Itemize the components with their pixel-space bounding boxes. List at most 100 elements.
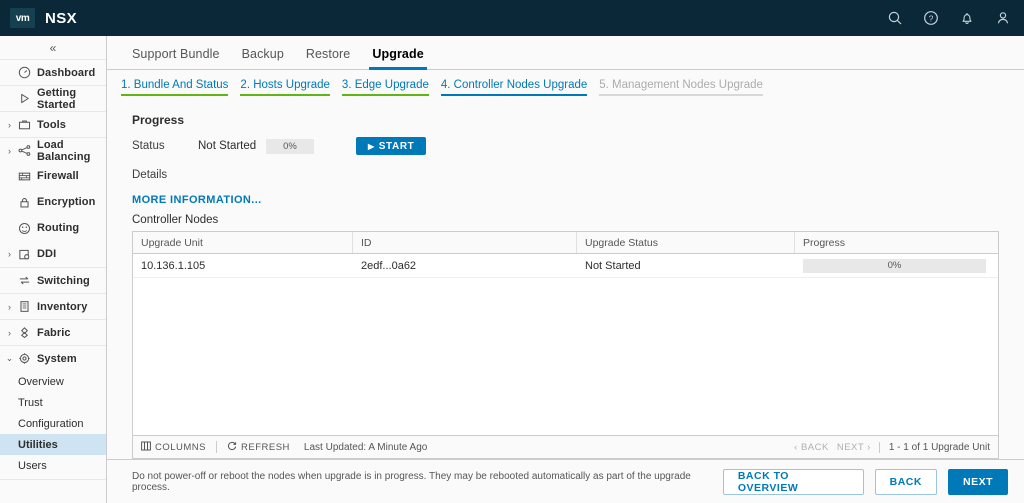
chevron-right-icon: ›	[8, 249, 11, 259]
more-information-link[interactable]: MORE INFORMATION...	[132, 194, 1008, 206]
refresh-button[interactable]: REFRESH	[227, 441, 290, 454]
sidebar-item-ddi[interactable]: › DDI	[0, 241, 106, 267]
footer-buttons: BACK TO OVERVIEW BACK NEXT	[722, 468, 1008, 495]
tab-restore[interactable]: Restore	[295, 47, 361, 69]
left-navigation-sidebar: « › Dashboard › Getting Started ›	[0, 36, 107, 503]
play-outline-icon	[15, 92, 33, 105]
details-row: Details	[132, 165, 1008, 183]
dashboard-icon	[15, 66, 33, 79]
sidebar-item-overview[interactable]: Overview	[0, 371, 106, 392]
row-progress-percent: 0%	[887, 260, 902, 271]
table-body: 10.136.1.105 2edf...0a62 Not Started 0%	[133, 254, 998, 435]
table-footer-toolbar: COLUMNS REFRESH Last Updated: A Minute A…	[133, 435, 998, 458]
chevron-right-icon: ›	[8, 145, 11, 156]
user-account-icon[interactable]	[994, 9, 1012, 27]
progress-status-row: Status Not Started 0% ▶ START	[132, 136, 1008, 156]
sidebar-item-label: Routing	[37, 222, 80, 234]
pagination-count: 1 - 1 of 1 Upgrade Unit	[878, 441, 990, 453]
last-updated-text: Last Updated: A Minute Ago	[303, 441, 428, 453]
controller-nodes-title: Controller Nodes	[132, 214, 219, 226]
sidebar-item-label: Firewall	[37, 170, 79, 182]
sidebar-item-label: Tools	[37, 118, 67, 131]
table-row[interactable]: 10.136.1.105 2edf...0a62 Not Started 0%	[133, 254, 998, 278]
sidebar-item-encryption[interactable]: › Encryption	[0, 189, 106, 215]
sidebar-item-configuration[interactable]: Configuration	[0, 413, 106, 434]
overall-progress-bar: 0%	[266, 138, 314, 154]
toolbar-divider	[216, 441, 218, 453]
sidebar-item-routing[interactable]: › Routing	[0, 215, 106, 241]
sidebar-item-users[interactable]: Users	[0, 455, 106, 476]
back-to-overview-button[interactable]: BACK TO OVERVIEW	[722, 468, 864, 495]
sidebar-item-label: Fabric	[37, 326, 71, 339]
lock-icon	[15, 196, 33, 209]
start-button[interactable]: ▶ START	[356, 137, 427, 155]
vmware-logo-icon: vm	[10, 8, 35, 28]
notification-bell-icon[interactable]	[958, 9, 976, 27]
ddi-icon	[15, 248, 33, 261]
sidebar-item-label: Switching	[37, 274, 90, 287]
sidebar-collapse-button[interactable]: «	[0, 36, 106, 59]
system-submenu: Overview Trust Configuration Utilities U…	[0, 371, 106, 480]
pagination-back-button: ‹ BACK	[794, 441, 829, 453]
sidebar-item-tools[interactable]: › Tools	[0, 111, 106, 137]
step-edge-upgrade[interactable]: 3. Edge Upgrade	[341, 79, 429, 96]
column-header-id[interactable]: ID	[353, 232, 577, 253]
chevron-right-icon: ›	[8, 327, 11, 338]
sidebar-item-utilities[interactable]: Utilities	[0, 434, 106, 455]
column-header-progress[interactable]: Progress	[795, 232, 998, 253]
product-title: NSX	[45, 9, 78, 27]
status-label: Status	[132, 140, 165, 152]
sidebar-item-fabric[interactable]: › Fabric	[0, 319, 106, 345]
sidebar-item-label: Encryption	[37, 196, 96, 208]
start-button-label: START	[378, 140, 415, 152]
status-value: Not Started	[198, 140, 257, 152]
step-bundle-and-status[interactable]: 1. Bundle And Status	[121, 79, 229, 96]
sidebar-item-trust[interactable]: Trust	[0, 392, 106, 413]
table-pagination: ‹ BACK NEXT › 1 - 1 of 1 Upgrade Unit	[794, 441, 990, 453]
search-icon[interactable]	[886, 9, 904, 27]
table-header-row: Upgrade Unit ID Upgrade Status Progress	[133, 232, 998, 254]
refresh-label: REFRESH	[241, 441, 290, 453]
upgrade-step-breadcrumb: 1. Bundle And Status 2. Hosts Upgrade 3.…	[107, 70, 1024, 104]
sidebar-item-firewall[interactable]: › Firewall	[0, 163, 106, 189]
progress-section-title: Progress	[132, 113, 185, 127]
next-button[interactable]: NEXT	[947, 468, 1008, 495]
chevron-down-icon: ⌄	[5, 353, 14, 363]
cell-upgrade-status: Not Started	[585, 259, 641, 272]
sidebar-item-switching[interactable]: › Switching	[0, 267, 106, 293]
upgrade-warning-text: Do not power-off or reboot the nodes whe…	[132, 470, 691, 493]
details-label: Details	[132, 169, 168, 181]
content-area: Support Bundle Backup Restore Upgrade 1.…	[107, 36, 1024, 503]
sidebar-item-inventory[interactable]: › Inventory	[0, 293, 106, 319]
columns-label: COLUMNS	[155, 441, 207, 453]
sidebar-item-label: System	[37, 352, 77, 365]
system-gear-icon	[15, 352, 33, 365]
sidebar-item-getting-started[interactable]: › Getting Started	[0, 85, 106, 111]
columns-button[interactable]: COLUMNS	[141, 441, 206, 454]
step-controller-nodes-upgrade[interactable]: 4. Controller Nodes Upgrade	[440, 79, 588, 96]
chevron-right-icon: ›	[8, 119, 11, 130]
tab-support-bundle[interactable]: Support Bundle	[121, 47, 231, 69]
help-icon[interactable]: ?	[922, 9, 940, 27]
sidebar-item-load-balancing[interactable]: › Load Balancing	[0, 137, 106, 163]
refresh-icon	[227, 441, 237, 454]
load-balancing-icon	[15, 144, 33, 157]
column-header-upgrade-unit[interactable]: Upgrade Unit	[133, 232, 353, 253]
sidebar-item-label: DDI	[37, 248, 57, 260]
back-button[interactable]: BACK	[874, 468, 937, 495]
row-progress-bar: 0%	[803, 258, 986, 273]
tab-backup[interactable]: Backup	[231, 47, 295, 69]
sidebar-item-label: Inventory	[37, 300, 88, 313]
svg-text:?: ?	[929, 13, 934, 23]
pagination-next-button: NEXT ›	[836, 441, 871, 453]
columns-icon	[141, 441, 151, 454]
inventory-icon	[15, 300, 33, 313]
step-hosts-upgrade[interactable]: 2. Hosts Upgrade	[240, 79, 330, 96]
play-icon: ▶	[368, 141, 375, 151]
sidebar-item-dashboard[interactable]: › Dashboard	[0, 59, 106, 85]
column-header-upgrade-status[interactable]: Upgrade Status	[577, 232, 795, 253]
tab-upgrade[interactable]: Upgrade	[361, 47, 434, 70]
cell-id: 2edf...0a62	[361, 259, 417, 272]
primary-tab-bar: Support Bundle Backup Restore Upgrade	[107, 36, 1024, 70]
sidebar-item-system[interactable]: ⌄ System	[0, 345, 106, 371]
